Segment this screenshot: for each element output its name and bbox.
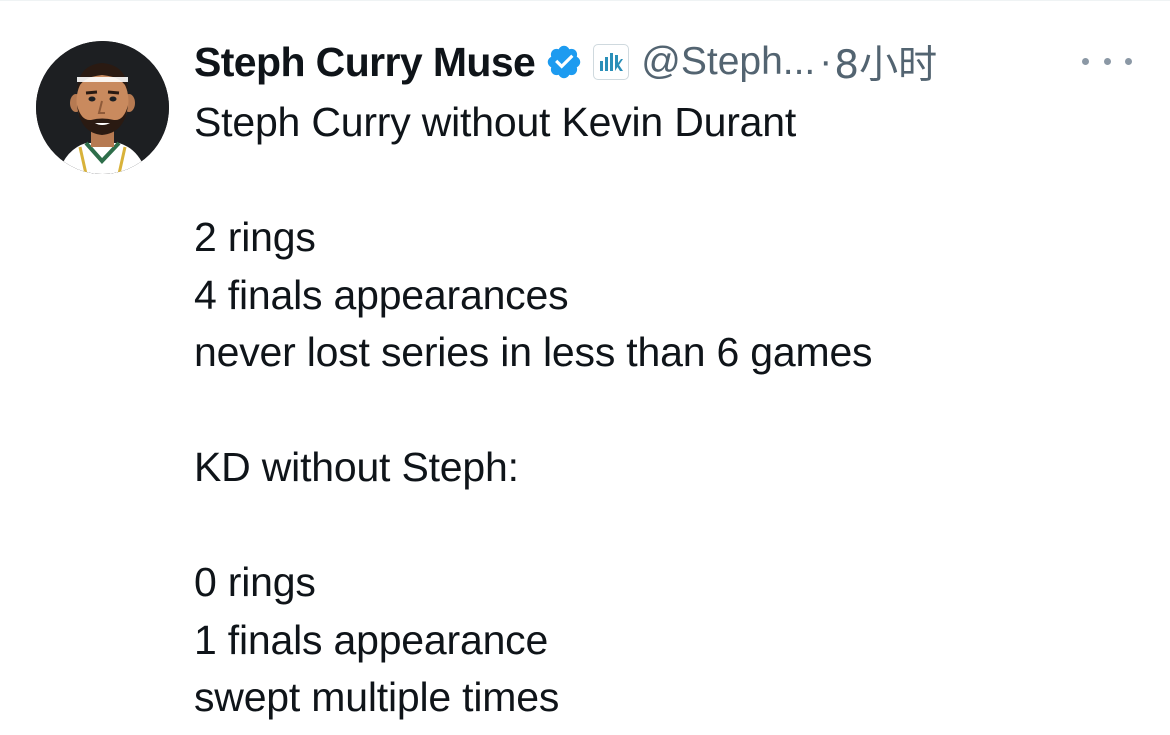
tweet-line: 1 finals appearance xyxy=(194,616,549,663)
tweet-line xyxy=(194,152,872,210)
top-divider xyxy=(0,0,1170,5)
more-dot xyxy=(1103,57,1111,65)
tweet-line: 0 rings xyxy=(194,559,316,605)
tweet-line: Steph Curry without Kevin Durant xyxy=(194,99,797,145)
tweet-text: Steph Curry without Kevin Durant 2 rings… xyxy=(194,94,873,727)
display-name[interactable]: Steph Curry Muse xyxy=(194,39,536,86)
tweet-line xyxy=(194,382,872,440)
separator-dot: · xyxy=(819,40,833,83)
verified-badge-icon[interactable] xyxy=(545,43,583,81)
author-handle[interactable]: @Steph... xyxy=(641,40,815,84)
tweet-line xyxy=(194,497,872,555)
more-dot xyxy=(1082,57,1089,65)
more-options-icon[interactable] xyxy=(1082,48,1132,74)
tweet-line: KD without Steph: xyxy=(194,444,519,490)
cartoon-player-avatar-icon xyxy=(36,41,169,174)
bar-chart-affiliate-icon[interactable] xyxy=(593,44,630,80)
tweet-line: 4 finals appearances xyxy=(194,271,569,318)
tweet-line: never lost series in less than 6 games xyxy=(194,329,873,375)
more-dot xyxy=(1125,57,1132,65)
tweet-line: swept multiple times xyxy=(194,674,560,720)
tweet-header: Steph Curry Muse @Steph... · 8小时 xyxy=(194,32,937,92)
tweet-line: 2 rings xyxy=(194,214,316,260)
post-time[interactable]: 8小时 xyxy=(834,34,937,90)
avatar[interactable] xyxy=(36,41,169,174)
